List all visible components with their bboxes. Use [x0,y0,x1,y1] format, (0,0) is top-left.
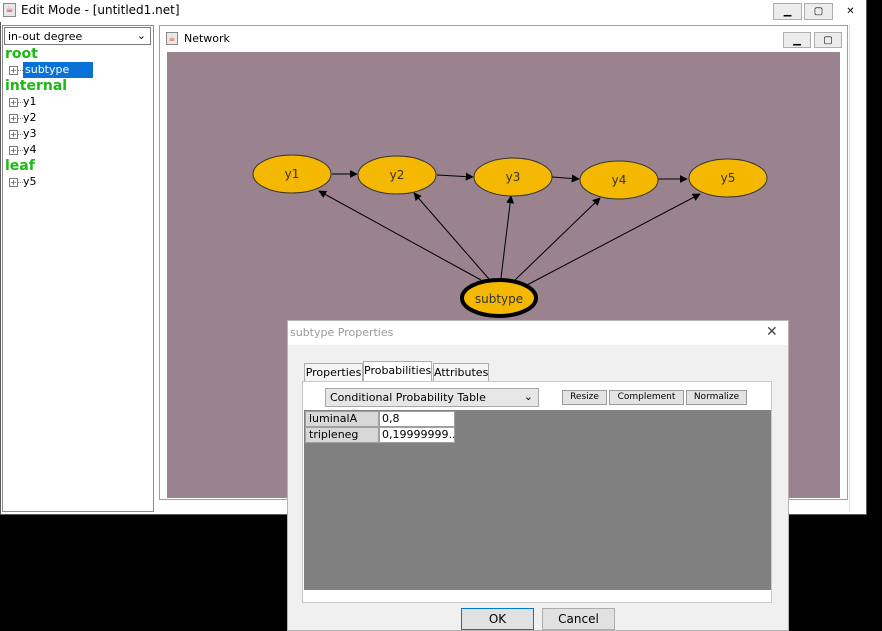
dialog-title: subtype Properties [290,326,394,339]
expand-icon[interactable]: + [9,145,18,155]
svg-text:y1: y1 [285,167,300,181]
tree-item-label: y2 [23,111,37,124]
tree-item-label: y4 [23,143,37,156]
tree-item[interactable]: + y4 [9,142,37,158]
svg-text:y3: y3 [506,170,521,184]
node-y4[interactable]: y4 [579,160,659,200]
svg-text:y2: y2 [390,168,405,182]
tab-properties[interactable]: Properties [304,363,363,382]
minimize-icon[interactable]: ▁ [773,3,802,20]
close-icon[interactable]: ✕ [836,3,865,20]
close-icon[interactable]: ✕ [766,324,778,340]
java-cup-icon: ☕ [166,32,178,45]
layout-select-value: in-out degree [8,30,83,43]
chevron-down-icon: ⌄ [136,29,146,42]
maximize-icon[interactable]: ▢ [804,3,833,20]
node-y2[interactable]: y2 [357,155,437,195]
network-title: Network [184,32,230,45]
node-y1[interactable]: y1 [252,154,332,194]
tree-item[interactable]: + y1 [9,94,37,110]
tab-attributes[interactable]: Attributes [433,363,489,382]
tree-item-label: y1 [23,95,37,108]
ok-button[interactable]: OK [461,608,534,630]
java-cup-icon: ☕ [3,3,16,17]
svg-text:y5: y5 [721,171,736,185]
layout-select[interactable]: in-out degree ⌄ [4,27,151,45]
row-header-tripleneg: tripleneg [305,427,379,443]
tree-item[interactable]: + y3 [9,126,37,142]
maximize-icon[interactable]: ▢ [814,32,842,48]
svg-text:y4: y4 [612,173,627,187]
node-y5[interactable]: y5 [688,158,768,198]
tree-item[interactable]: + y5 [9,174,37,190]
chevron-down-icon: ⌄ [523,390,533,403]
resize-button[interactable]: Resize [562,390,607,405]
svg-text:subtype: subtype [475,292,523,306]
cell-tripleneg[interactable]: 0,19999999... [379,427,455,443]
row-header-luminalA: luminalA [305,411,379,427]
expand-icon[interactable]: + [9,113,18,123]
tree-group-root[interactable]: root [5,46,38,62]
expand-icon[interactable]: + [9,177,18,187]
complement-button[interactable]: Complement [609,390,684,405]
cell-luminalA[interactable]: 0,8 [379,411,455,427]
minimize-icon[interactable]: ▁ [783,32,811,48]
expand-icon[interactable]: + [9,97,18,107]
scrollbar[interactable] [849,25,864,512]
tree-item-label: y5 [23,175,37,188]
tree-group-leaf[interactable]: leaf [5,158,35,174]
expand-icon[interactable]: + [9,129,18,139]
node-y3[interactable]: y3 [473,157,553,197]
window-title: Edit Mode - [untitled1.net] [21,3,180,17]
tree-item-label: subtype [23,62,93,78]
expand-icon[interactable]: + [9,65,18,75]
table-type-value: Conditional Probability Table [330,391,486,404]
tree-item-label: y3 [23,127,37,140]
node-subtype[interactable]: subtype [460,278,538,318]
tree-item[interactable]: + subtype [9,62,93,78]
tree-item[interactable]: + y2 [9,110,37,126]
cancel-button[interactable]: Cancel [542,608,615,630]
table-type-select[interactable]: Conditional Probability Table ⌄ [325,388,539,407]
tree-group-internal[interactable]: internal [5,78,67,94]
tab-probabilities[interactable]: Probabilities [363,361,432,383]
normalize-button[interactable]: Normalize [686,390,747,405]
